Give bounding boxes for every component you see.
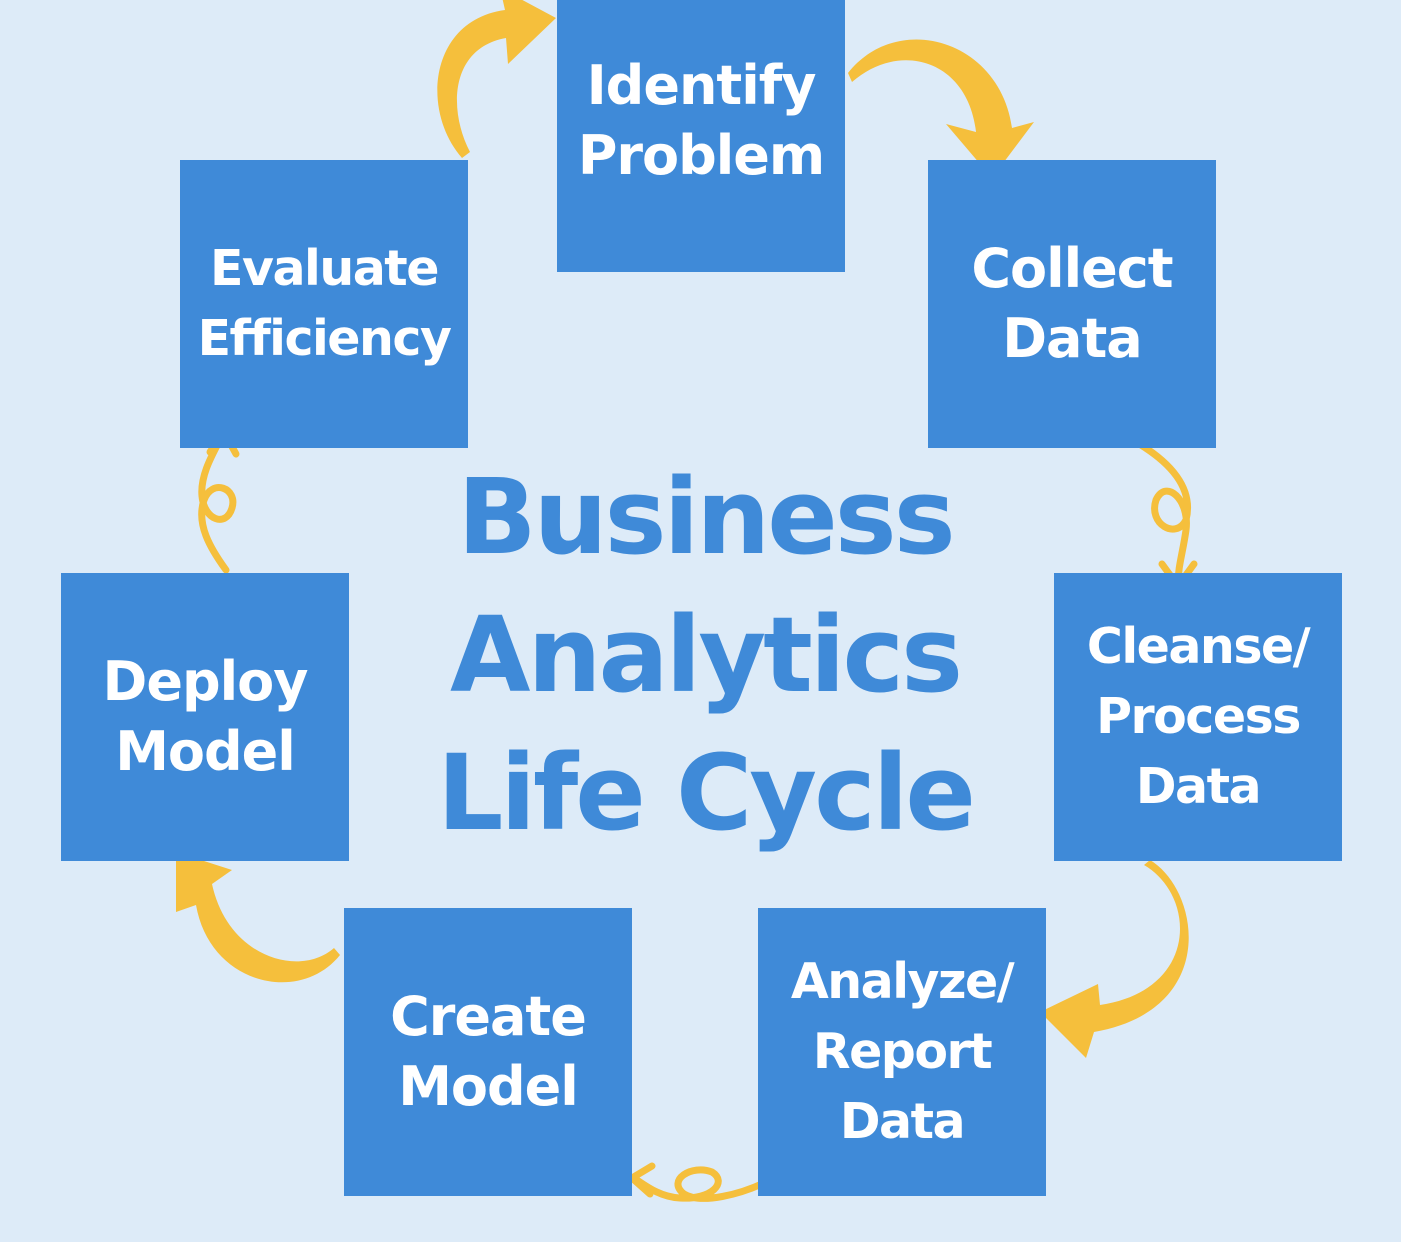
step-label-line: Evaluate — [210, 240, 439, 297]
step-label-line: Problem — [577, 124, 825, 187]
arrow-cleanse-to-analyze — [1040, 860, 1189, 1058]
step-label-line: Model — [398, 1055, 579, 1118]
step-label-line: Deploy — [102, 650, 309, 713]
step-cleanse-process-data: Cleanse/ Process Data — [1054, 573, 1342, 861]
step-label-line: Create — [390, 985, 587, 1048]
step-analyze-report-data: Analyze/ Report Data — [758, 908, 1046, 1196]
life-cycle-diagram: Identify Problem Collect Data Cleanse/ P… — [0, 0, 1406, 1242]
step-label-line: Model — [115, 720, 296, 783]
title-line: Analytics — [449, 594, 963, 716]
step-label-line: Report — [812, 1023, 993, 1080]
diagram-title: Business Analytics Life Cycle — [420, 448, 990, 862]
title-line: Business — [457, 456, 955, 578]
step-label-line: Analyze/ — [790, 953, 1015, 1010]
step-label-line: Efficiency — [197, 310, 452, 367]
arrow-deploy-to-evaluate — [198, 428, 240, 574]
step-deploy-model: Deploy Model — [61, 573, 349, 861]
step-collect-data: Collect Data — [928, 160, 1216, 448]
step-label-line: Data — [1002, 307, 1143, 370]
step-label-line: Data — [1135, 758, 1262, 815]
arrow-analyze-to-create — [628, 1162, 778, 1202]
step-label-line: Collect — [971, 237, 1173, 300]
step-create-model: Create Model — [344, 908, 632, 1196]
step-evaluate-efficiency: Evaluate Efficiency — [180, 160, 468, 448]
arrow-evaluate-to-identify — [437, 0, 556, 158]
step-label-line: Cleanse/ — [1086, 618, 1311, 675]
step-label-line: Data — [839, 1093, 966, 1150]
step-label-line: Process — [1096, 688, 1301, 745]
arrow-identify-to-collect — [848, 39, 1034, 178]
arrow-create-to-deploy — [176, 852, 340, 983]
arrow-collect-to-cleanse — [1132, 438, 1198, 590]
step-identify-problem: Identify Problem — [557, 0, 845, 272]
title-line: Life Cycle — [437, 732, 976, 854]
step-label-line: Identify — [586, 54, 817, 117]
